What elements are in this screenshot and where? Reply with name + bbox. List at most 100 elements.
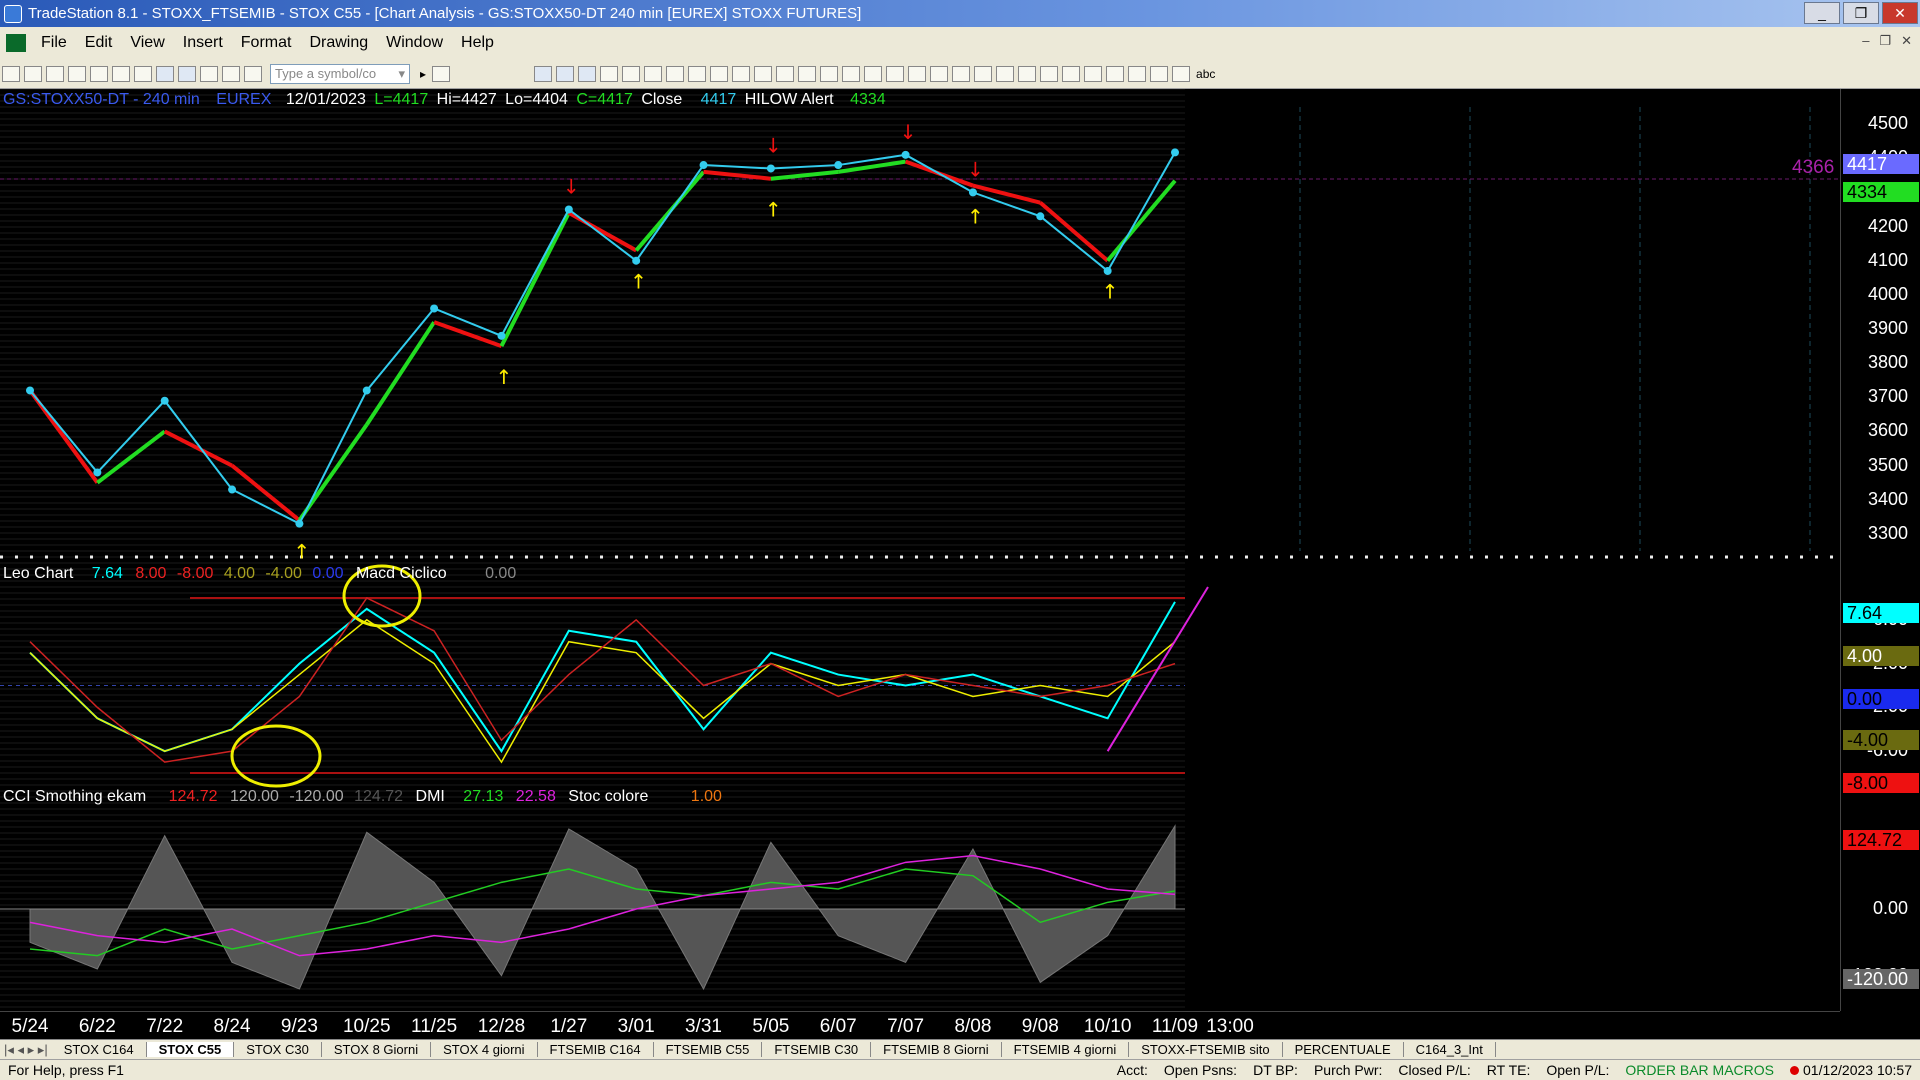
print-preview-icon[interactable] [134, 65, 152, 82]
chart-plot-area[interactable]: ↑ ↑ ↑ ↑ ↑ ↑ ↓ ↓ ↓ ↓ GS:STOXX50-DT - 240 min EUREX… [0, 88, 1840, 1011]
zoom-out-icon[interactable] [820, 65, 839, 82]
level-label: 4366 [1792, 157, 1835, 178]
text-draw-tool[interactable]: abc [1196, 67, 1215, 81]
symbol-input[interactable]: Type a symbol/co ▾ [270, 63, 410, 84]
close-button[interactable]: ✕ [1882, 2, 1918, 24]
ellipse-icon[interactable] [1150, 65, 1169, 82]
window-icon[interactable] [156, 65, 174, 82]
tab-stox-c164[interactable]: STOX C164 [52, 1042, 147, 1057]
menu-file[interactable]: File [32, 34, 76, 52]
play-icon[interactable]: ▸ [420, 67, 426, 81]
date-label: 10/10 [1083, 1016, 1132, 1037]
mdi-minimize-button[interactable]: – [1862, 33, 1869, 49]
tab-stox-c30[interactable]: STOX C30 [234, 1042, 322, 1057]
menu-format[interactable]: Format [232, 34, 301, 52]
date-label: 8/08 [954, 1016, 992, 1037]
tab-ftsemib-c55[interactable]: FTSEMIB C55 [654, 1042, 763, 1057]
price-tick-label: 3600 [1867, 420, 1908, 441]
channel-icon[interactable] [1040, 65, 1059, 82]
strategy-icon[interactable] [222, 65, 240, 82]
crosshair-icon[interactable] [864, 65, 883, 82]
bars-icon[interactable] [732, 65, 751, 82]
portfolio-icon[interactable] [710, 65, 729, 82]
text-icon[interactable] [930, 65, 949, 82]
chart-icon[interactable] [600, 65, 619, 82]
up-arrow-icon: ↑ [1102, 280, 1119, 304]
tab-stox-4-giorni[interactable]: STOX 4 giorni [431, 1042, 538, 1057]
up-arrow-icon: ↑ [967, 205, 984, 229]
menu-window[interactable]: Window [377, 34, 452, 52]
fib-icon[interactable] [1018, 65, 1037, 82]
lock-icon[interactable] [200, 65, 218, 82]
arrow-up-icon[interactable] [1106, 65, 1125, 82]
down-arrow-icon: ↓ [563, 174, 580, 198]
trend-segment [297, 423, 369, 522]
cci-tag-gray: -120.00 [1843, 969, 1919, 989]
workspace-icon[interactable] [68, 65, 86, 82]
vline-icon[interactable] [996, 65, 1015, 82]
last-price-tag: 4417 [1843, 154, 1919, 174]
tab-stox-c55[interactable]: STOX C55 [146, 1042, 235, 1057]
matrix-icon[interactable] [644, 65, 663, 82]
price-point [228, 485, 237, 494]
find-icon[interactable] [432, 65, 451, 82]
zoom-in-icon[interactable] [798, 65, 817, 82]
print-icon[interactable] [112, 65, 130, 82]
up-arrow-icon: ↑ [765, 198, 782, 222]
trendline-icon[interactable] [952, 65, 971, 82]
maximize-button[interactable]: ❐ [1843, 2, 1879, 24]
ticks-icon[interactable] [754, 65, 773, 82]
minimize-button[interactable]: _ [1804, 2, 1840, 24]
tab-c164-3-int[interactable]: C164_3_Int [1404, 1042, 1496, 1057]
pointer-icon[interactable] [842, 65, 861, 82]
format-icon[interactable] [908, 65, 927, 82]
globe-icon[interactable] [244, 65, 262, 82]
save-icon[interactable] [46, 65, 64, 82]
tab-stoxx-ftsemib-sito[interactable]: STOXX-FTSEMIB sito [1129, 1042, 1283, 1057]
menu-help[interactable]: Help [452, 34, 503, 52]
price-scale[interactable]: 4500440043004200410040003900380037003600… [1840, 89, 1920, 1011]
tools-icon[interactable] [886, 65, 905, 82]
tab-ftsemib-c30[interactable]: FTSEMIB C30 [762, 1042, 872, 1057]
tab-stox-8-giorni[interactable]: STOX 8 Giorni [322, 1042, 432, 1057]
arc-icon[interactable] [1084, 65, 1103, 82]
tab-ftsemib-c164[interactable]: FTSEMIB C164 [538, 1042, 654, 1057]
menu-edit[interactable]: Edit [76, 34, 122, 52]
open-icon[interactable] [24, 65, 42, 82]
scanner-icon[interactable] [622, 65, 641, 82]
date-axis[interactable]: 5/24 6/22 7/22 8/24 9/23 10/25 11/25 12/28 1/27 3… [0, 1011, 1840, 1039]
tab-ftsemib-4-giorni[interactable]: FTSEMIB 4 giorni [1002, 1042, 1130, 1057]
window-list-icon[interactable] [178, 65, 196, 82]
tab-percentuale[interactable]: PERCENTUALE [1283, 1042, 1404, 1057]
scroll-icon[interactable] [776, 65, 795, 82]
arrow-down-icon[interactable] [1128, 65, 1147, 82]
new-icon[interactable] [2, 65, 20, 82]
close-value-label: C=4417 [576, 91, 633, 108]
rectangle-icon[interactable] [1172, 65, 1191, 82]
options-icon[interactable] [688, 65, 707, 82]
menu-drawing[interactable]: Drawing [300, 34, 377, 52]
mdi-restore-button[interactable]: ❐ [1879, 33, 1891, 49]
gann-icon[interactable] [1062, 65, 1081, 82]
tab-ftsemib-8-giorni[interactable]: FTSEMIB 8 Giorni [871, 1042, 1002, 1057]
window-title: TradeStation 8.1 - STOXX_FTSEMIB - STOX … [28, 5, 862, 22]
grid-icon[interactable] [556, 65, 575, 82]
chart-analysis-window[interactable]: ↑ ↑ ↑ ↑ ↑ ↑ ↓ ↓ ↓ ↓ GS:STOXX50-DT - 240 min EUREX… [0, 88, 1920, 1011]
hline-icon[interactable] [974, 65, 993, 82]
menu-view[interactable]: View [121, 34, 173, 52]
mdi-close-button[interactable]: ✕ [1901, 33, 1912, 49]
order-bar-macros[interactable]: ORDER BAR MACROS [1617, 1062, 1782, 1078]
table-icon[interactable] [578, 65, 597, 82]
price-point [632, 256, 641, 265]
folder-icon[interactable] [90, 65, 108, 82]
up-arrow-icon: ↑ [495, 365, 512, 389]
tab-nav-arrows[interactable]: |◂ ◂ ▸ ▸| [0, 1042, 52, 1058]
layout-icon[interactable] [534, 65, 553, 82]
purch-pwr-field: Purch Pwr: [1313, 1062, 1383, 1078]
close-label: Close [641, 91, 683, 108]
radar-icon[interactable] [666, 65, 685, 82]
menu-insert[interactable]: Insert [174, 34, 232, 52]
trend-segment [1038, 201, 1109, 263]
acct-field: Acct: [1116, 1062, 1148, 1078]
chevron-down-icon[interactable]: ▾ [398, 66, 405, 82]
